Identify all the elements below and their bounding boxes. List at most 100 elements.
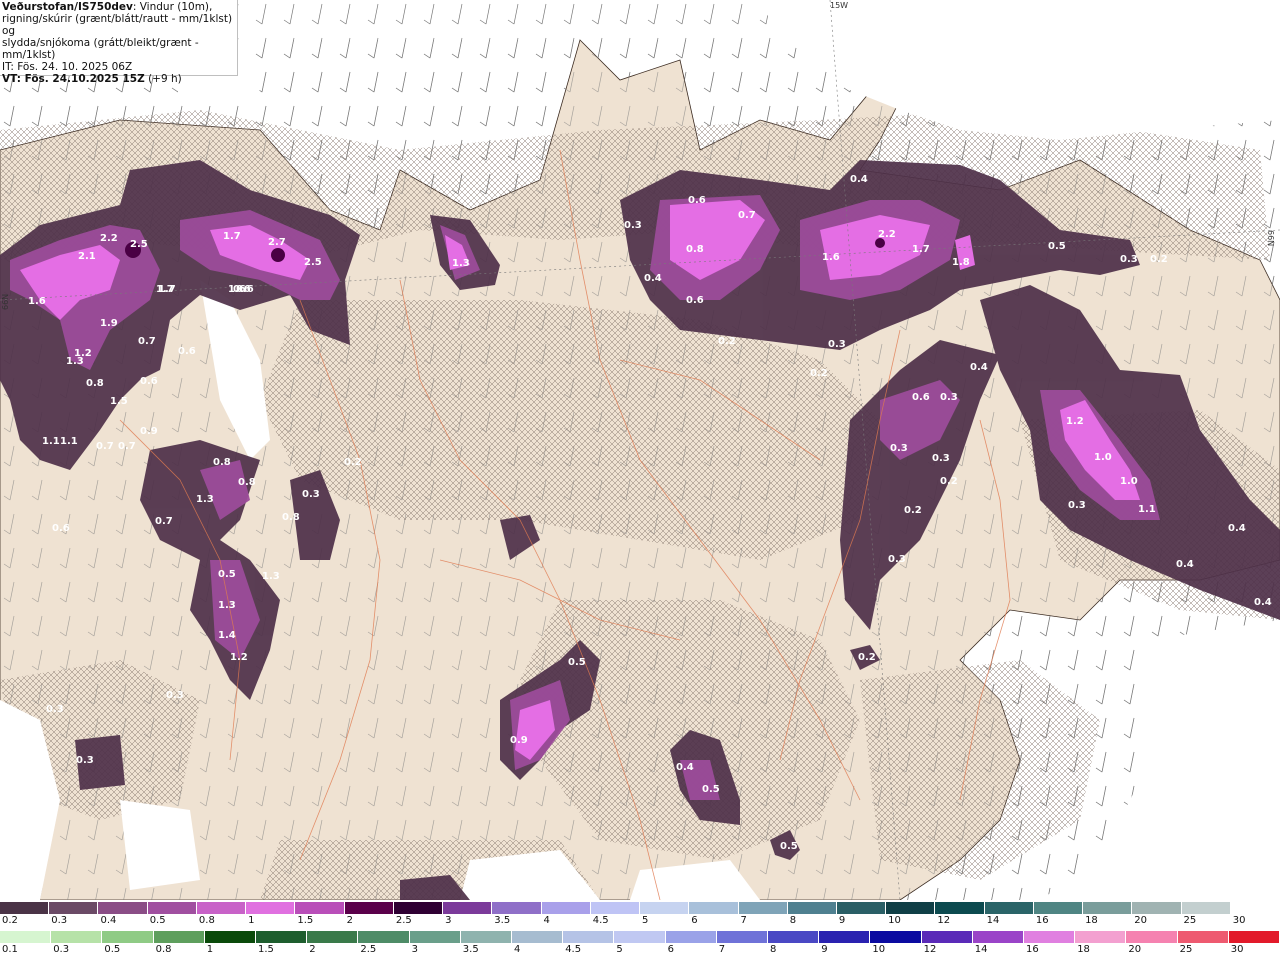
legend-tick-label: 7	[740, 915, 747, 926]
legend-tick-label: 3.5	[462, 944, 479, 955]
title-line-2: rigning/skúrir (grænt/blátt/rautt - mm/1…	[2, 13, 233, 37]
legend-tick-label: 0.1	[2, 944, 18, 955]
legend-tick-label: 18	[1077, 944, 1090, 955]
precip-label: 0.4	[1176, 559, 1194, 570]
precip-label: 2.1	[78, 251, 96, 262]
precip-label: 0.5	[1048, 241, 1066, 252]
precip-label: 0.6	[140, 376, 158, 387]
legend-swatch	[443, 902, 493, 914]
legend-swatch	[1075, 931, 1127, 943]
precip-label: 0.2	[30, 744, 48, 755]
precip-label: 0.4	[1228, 523, 1246, 534]
precip-label: 1.3	[196, 494, 214, 505]
precip-label: 0.9	[510, 735, 528, 746]
legend-swatch	[51, 931, 103, 943]
legend-swatch	[358, 931, 410, 943]
legend-tick-label: 3.5	[494, 915, 511, 926]
precip-label: 2.2	[878, 229, 896, 240]
precip-label: 1.1	[60, 436, 78, 447]
precip-label: 0.8	[213, 457, 231, 468]
title-line-3: slydda/snjókoma (grátt/bleikt/grænt - mm…	[2, 37, 199, 61]
legend-tick-label: 1	[248, 915, 255, 926]
precip-label: 0.3	[890, 443, 908, 454]
precip-label: 0.4	[850, 174, 868, 185]
precip-label: 1.8	[952, 257, 970, 268]
legend-swatch	[716, 931, 769, 943]
precip-label: 0.2	[904, 505, 922, 516]
snow-label-row: 0.2 0.3 0.4 0.5 0.8 1 1.5 2 2.5 3 3.5 4 4.5 5 6 7 8 9 10 12…	[0, 915, 1280, 928]
legend-tick-label: 4.5	[592, 915, 609, 926]
precip-label: 0.3	[76, 755, 94, 766]
init-time: IT: Fös. 24. 10. 2025 06Z	[2, 61, 133, 73]
legend-swatch	[1126, 931, 1178, 943]
legend-tick-label: 0.8	[198, 915, 215, 926]
title-rest: : Vindur (10m),	[132, 1, 213, 13]
legend-tick-label: 1	[206, 944, 214, 955]
legend-tick-label: 9	[838, 915, 846, 926]
legend-swatch	[984, 902, 1034, 914]
valid-time: VT: Fös. 24.10.2025 15Z	[2, 73, 145, 85]
title-line-1: Veðurstofan/IS750dev: Vindur (10m),	[2, 1, 235, 13]
rain-label-row: 0.1 0.3 0.5 0.8 1 1.5 2 2.5 3 3.5 4 4.5 5 6 7 8 9 10 12 14 1…	[0, 944, 1280, 957]
legend-tick-label: 3	[445, 915, 452, 926]
precip-label: 1.6	[822, 252, 840, 263]
legend-tick-label: 1.5	[258, 944, 274, 955]
legend-swatch	[541, 902, 591, 914]
precip-label: 1.9	[100, 318, 118, 329]
precip-label: 0.3	[888, 554, 906, 565]
legend-tick-label: 0.4	[100, 915, 117, 926]
legend-swatch	[870, 931, 922, 943]
precip-label: 1.0	[1120, 476, 1138, 487]
legend-tick-label: 0.5	[104, 944, 121, 955]
legend-tick-label: 3	[411, 944, 418, 955]
legend-swatch	[492, 902, 542, 914]
legend-swatch	[1230, 902, 1280, 914]
legend-tick-label: 25	[1183, 915, 1197, 926]
precip-label: 1.7	[912, 244, 930, 255]
legend-swatch	[738, 902, 788, 914]
legend-swatch	[886, 902, 936, 914]
legend-swatch	[512, 931, 564, 943]
legend-swatch	[768, 931, 820, 943]
precip-label: 1.7	[158, 284, 176, 295]
legend-swatch	[393, 902, 444, 914]
legend-swatch	[921, 931, 973, 943]
legend-tick-label: 14	[974, 944, 988, 955]
precip-label: 0.2	[344, 457, 362, 468]
grid-label-66n-right: 66N	[1266, 230, 1275, 246]
legend-tick-label: 8	[770, 944, 777, 955]
precip-label: 0.3	[940, 392, 958, 403]
legend-tick-label: 9	[821, 944, 828, 955]
precip-label: 1.7	[223, 231, 241, 242]
legend-tick-label: 20	[1128, 944, 1142, 955]
legend-tick-label: 6	[691, 915, 698, 926]
precip-label: 0.2	[1150, 254, 1168, 265]
legend-tick-label: 0.8	[155, 944, 172, 955]
precip-label: 1.3	[218, 600, 236, 611]
precip-label: 0.6	[178, 346, 196, 357]
precip-label: 1.2	[230, 652, 248, 663]
precip-label: 0.5	[568, 657, 586, 668]
lead-time: (+9 h)	[148, 73, 182, 85]
precip-label: 1.1	[42, 436, 60, 447]
legend-swatch	[0, 902, 50, 914]
legend-tick-label: 10	[872, 944, 886, 955]
legend-swatch	[665, 931, 717, 943]
precip-label: 0.4	[644, 273, 662, 284]
snow-color-legend: 0.2 0.3 0.4 0.5 0.8 1 1.5 2 2.5 3 3.5 4 4.5 5 6 7 8 9 10 12…	[0, 900, 1280, 929]
precip-label: 0.7	[155, 516, 173, 527]
legend-tick-label: 12	[937, 915, 951, 926]
legend-tick-label: 6	[667, 944, 674, 955]
legend-tick-label: 16	[1026, 944, 1039, 955]
precip-label: 0.2	[718, 336, 736, 347]
legend-tick-label: 0.3	[53, 944, 70, 955]
legend-tick-label: 20	[1134, 915, 1148, 926]
precip-label: 1.6	[28, 296, 46, 307]
precip-label: 1.4	[218, 630, 236, 641]
precip-label: 0.7	[738, 210, 756, 221]
precip-label: 2.5	[130, 239, 148, 250]
legend-tick-label: 18	[1085, 915, 1098, 926]
legend-swatch	[1177, 931, 1229, 943]
legend-tick-label: 14	[986, 915, 1000, 926]
weather-map: 15W 66N 66N 2.2 2.5 2.1 1.7 2.7 2.5 1.6 …	[0, 0, 1280, 900]
